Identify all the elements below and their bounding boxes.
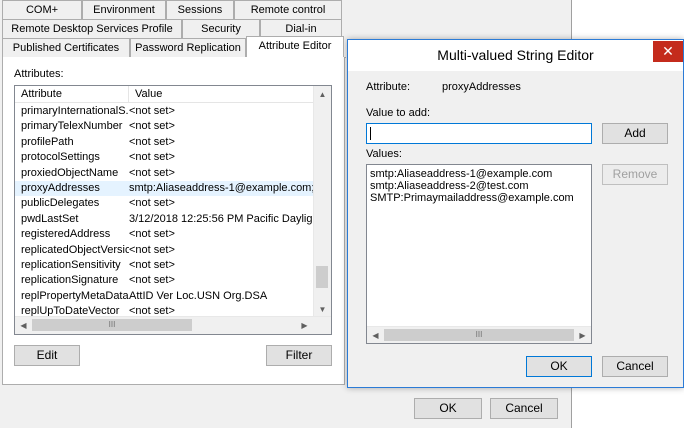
tab-com-plus[interactable]: COM+ bbox=[2, 0, 82, 19]
multi-valued-string-editor-dialog: Multi-valued String Editor ✕ Attribute: … bbox=[347, 39, 684, 388]
attribute-row[interactable]: pwdLastSet 3/12/2018 12:25:56 PM Pacific … bbox=[15, 212, 317, 227]
dialog-cancel-button[interactable]: Cancel bbox=[602, 356, 668, 377]
attribute-value: 3/12/2018 12:25:56 PM Pacific Daylight T… bbox=[129, 212, 317, 225]
attribute-row[interactable]: proxiedObjectName <not set> bbox=[15, 166, 317, 181]
filter-button[interactable]: Filter bbox=[266, 345, 332, 366]
attributes-list[interactable]: Attribute Value primaryInternationalS...… bbox=[14, 85, 332, 335]
tab-sessions[interactable]: Sessions bbox=[166, 0, 234, 19]
attribute-name: proxyAddresses bbox=[21, 182, 100, 194]
attribute-value: <not set> bbox=[129, 243, 175, 256]
attribute-name: replicationSignature bbox=[21, 274, 119, 287]
attribute-row[interactable]: replPropertyMetaData AttID Ver Loc.USN Or… bbox=[15, 289, 317, 304]
attribute-name: proxiedObjectName bbox=[21, 166, 119, 179]
values-scroll-thumb[interactable]: III bbox=[384, 329, 574, 341]
attribute-value: <not set> bbox=[129, 197, 175, 210]
tab-remote-control[interactable]: Remote control bbox=[234, 0, 342, 19]
vertical-scrollbar[interactable]: ▲ ▼ bbox=[313, 86, 331, 318]
attribute-name: publicDelegates bbox=[21, 197, 100, 210]
attribute-value: <not set> bbox=[129, 259, 175, 271]
attribute-row[interactable]: primaryInternationalS... <not set> bbox=[15, 104, 317, 119]
edit-button[interactable]: Edit bbox=[14, 345, 80, 366]
attributes-label: Attributes: bbox=[14, 68, 64, 80]
attribute-value: <not set> bbox=[129, 274, 175, 287]
attribute-name: primaryTelexNumber bbox=[21, 120, 123, 133]
attribute-row[interactable]: protocolSettings <not set> bbox=[15, 150, 317, 165]
column-header-attribute[interactable]: Attribute bbox=[15, 86, 129, 103]
attribute-name: replPropertyMetaData bbox=[21, 289, 129, 302]
attribute-value: smtp:Aliaseaddress-1@example.com; smtp:A bbox=[129, 182, 317, 194]
vertical-scroll-thumb[interactable] bbox=[316, 266, 328, 288]
attribute-value: <not set> bbox=[129, 151, 175, 164]
values-horizontal-scrollbar[interactable]: ◀ III ▶ bbox=[367, 326, 591, 343]
attribute-name: pwdLastSet bbox=[21, 212, 79, 225]
values-scroll-right-arrow-icon[interactable]: ▶ bbox=[575, 328, 590, 343]
attribute-row[interactable]: replicatedObjectVersion <not set> bbox=[15, 243, 317, 258]
dialog-titlebar: Multi-valued String Editor ✕ bbox=[348, 40, 683, 71]
value-to-add-input[interactable] bbox=[366, 123, 592, 144]
values-scroll-left-arrow-icon[interactable]: ◀ bbox=[368, 328, 383, 343]
attribute-row[interactable]: replicationSensitivity <not set> bbox=[15, 258, 317, 273]
column-header-value[interactable]: Value bbox=[129, 86, 317, 103]
attribute-name: replicationSensitivity bbox=[21, 259, 121, 271]
attribute-label: Attribute: bbox=[366, 81, 411, 93]
tab-remote-desktop-services-profile[interactable]: Remote Desktop Services Profile bbox=[2, 19, 182, 38]
value-to-add-label: Value to add: bbox=[366, 107, 431, 119]
tab-attribute-editor[interactable]: Attribute Editor bbox=[246, 36, 344, 57]
attribute-value: <not set> bbox=[129, 105, 175, 117]
value-item[interactable]: SMTP:Primaymailaddress@example.com bbox=[370, 192, 574, 205]
attribute-row[interactable]: proxyAddresses smtp:Aliaseaddress-1@examp… bbox=[15, 181, 317, 196]
attribute-row[interactable]: publicDelegates <not set> bbox=[15, 196, 317, 211]
values-list[interactable]: smtp:Aliaseaddress-1@example.com smtp:Ali… bbox=[366, 164, 592, 344]
attribute-value: proxyAddresses bbox=[442, 81, 521, 93]
dialog-ok-button[interactable]: OK bbox=[526, 356, 592, 377]
horizontal-scrollbar[interactable]: ◀ III ▶ bbox=[15, 316, 331, 334]
attribute-value: AttID Ver Loc.USN Org.DSA bbox=[129, 289, 268, 302]
scroll-up-arrow-icon[interactable]: ▲ bbox=[315, 87, 330, 102]
text-caret bbox=[370, 127, 371, 140]
add-button[interactable]: Add bbox=[602, 123, 668, 144]
attribute-name: protocolSettings bbox=[21, 151, 100, 164]
cancel-button[interactable]: Cancel bbox=[490, 398, 558, 419]
attribute-name: primaryInternationalS... bbox=[21, 105, 129, 117]
dialog-title: Multi-valued String Editor bbox=[437, 47, 594, 63]
attribute-row[interactable]: primaryTelexNumber <not set> bbox=[15, 119, 317, 134]
attribute-name: replicatedObjectVersion bbox=[21, 243, 129, 256]
attribute-row[interactable]: profilePath <not set> bbox=[15, 135, 317, 150]
attribute-row[interactable]: replicationSignature <not set> bbox=[15, 273, 317, 288]
attribute-value: <not set> bbox=[129, 135, 175, 148]
attribute-name: profilePath bbox=[21, 135, 74, 148]
values-label: Values: bbox=[366, 148, 402, 160]
attribute-row[interactable]: registeredAddress <not set> bbox=[15, 227, 317, 242]
horizontal-scroll-thumb[interactable]: III bbox=[32, 319, 192, 331]
close-icon[interactable]: ✕ bbox=[653, 41, 683, 62]
attribute-name: registeredAddress bbox=[21, 228, 111, 241]
scroll-down-arrow-icon[interactable]: ▼ bbox=[315, 302, 330, 317]
attribute-value: <not set> bbox=[129, 166, 175, 179]
tab-environment[interactable]: Environment bbox=[82, 0, 166, 19]
tab-password-replication[interactable]: Password Replication bbox=[130, 38, 246, 57]
attribute-value: <not set> bbox=[129, 228, 175, 241]
remove-button: Remove bbox=[602, 164, 668, 185]
attribute-value: <not set> bbox=[129, 120, 175, 133]
ok-button[interactable]: OK bbox=[414, 398, 482, 419]
scroll-left-arrow-icon[interactable]: ◀ bbox=[16, 318, 31, 333]
scroll-right-arrow-icon[interactable]: ▶ bbox=[297, 318, 312, 333]
tab-published-certificates[interactable]: Published Certificates bbox=[2, 38, 130, 57]
